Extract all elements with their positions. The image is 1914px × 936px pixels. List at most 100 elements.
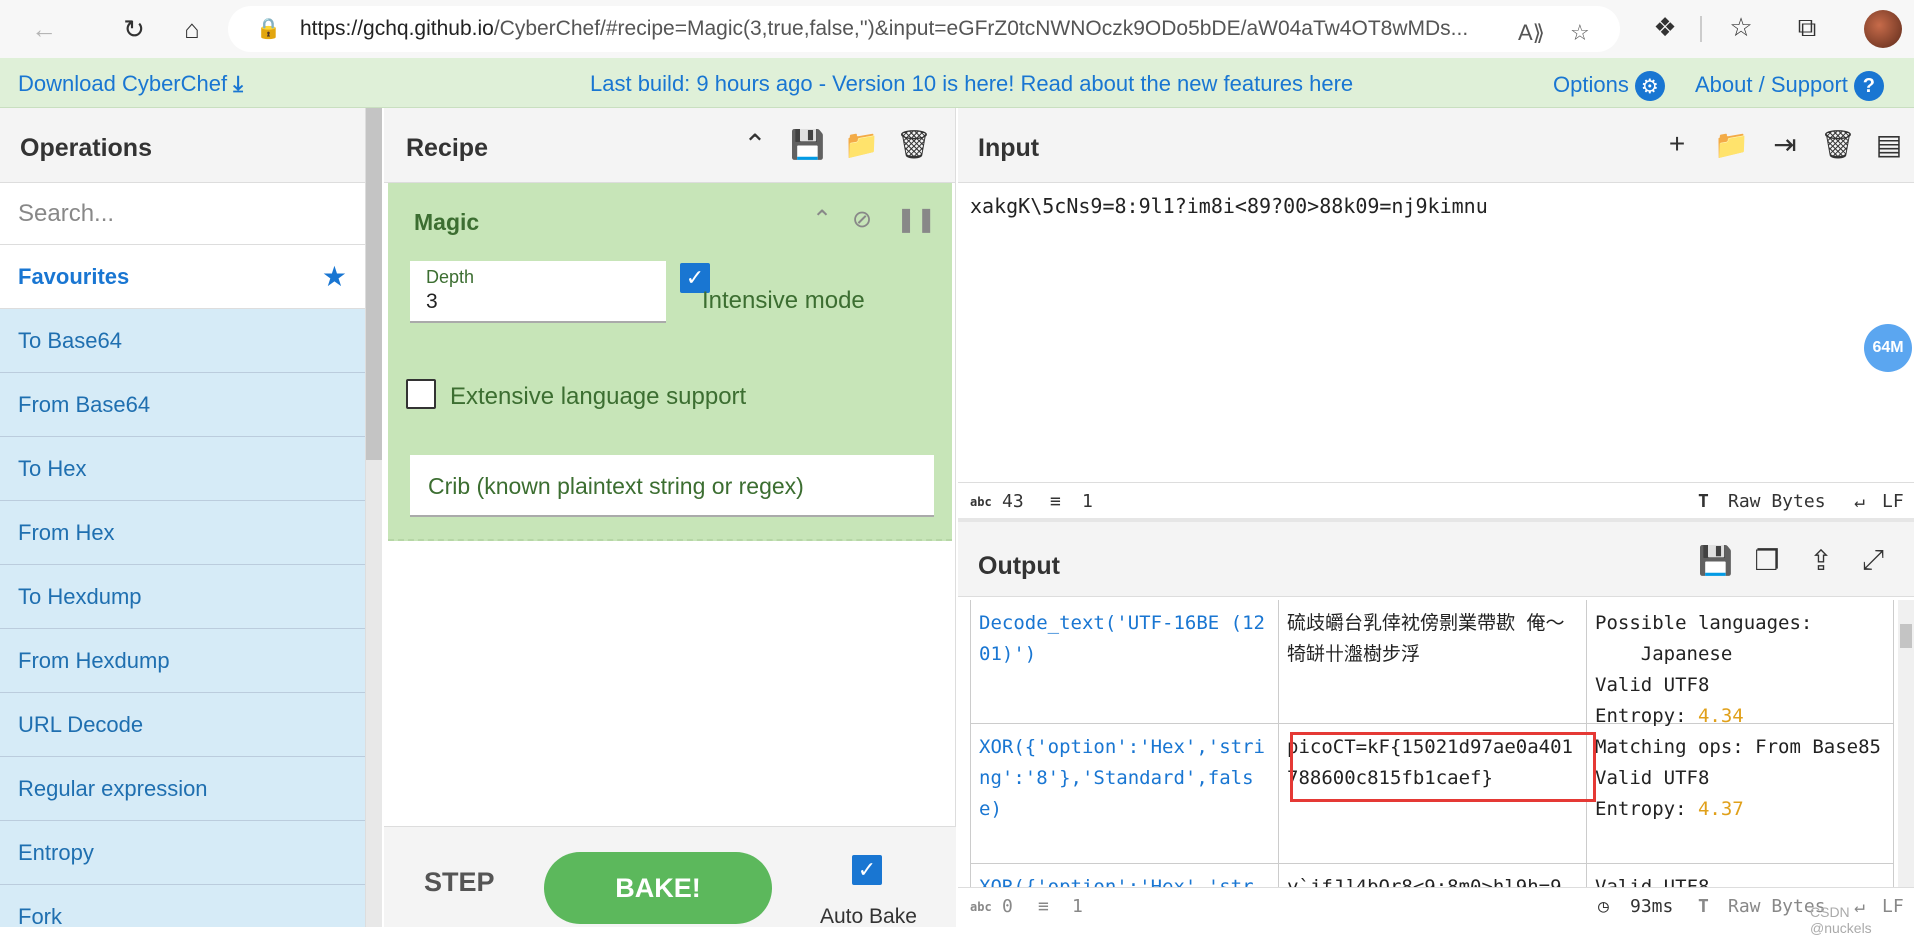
profile-avatar[interactable] (1864, 10, 1902, 48)
operation-item[interactable]: From Base64 (0, 373, 365, 437)
url-text[interactable]: https://gchq.github.io/CyberChef/#recipe… (300, 17, 1530, 41)
depth-field[interactable]: Depth 3 (410, 261, 666, 323)
lines-icon: ≡ (1038, 896, 1049, 917)
result-recipe-link[interactable]: Decode_text('UTF-16BE (1201)') (970, 600, 1278, 723)
result-properties: Possible languages: Japanese Valid UTF8 … (1586, 600, 1894, 727)
input-textarea[interactable]: xakgK\5cNs9=8:9l1?im8i<89?00>88k09=nj9ki… (970, 194, 1488, 218)
intensive-mode-label[interactable]: Intensive mode (702, 287, 865, 315)
open-file-icon[interactable]: 📁 (1714, 128, 1749, 161)
operation-item[interactable]: From Hexdump (0, 629, 365, 693)
about-support-link[interactable]: About / Support? (1695, 71, 1884, 101)
output-length: 0 (1002, 896, 1013, 917)
operation-item[interactable]: To Hex (0, 437, 365, 501)
flag-highlight-box (1290, 732, 1596, 802)
open-folder-icon[interactable]: ⇥ (1768, 128, 1802, 161)
eol-icon[interactable]: ↵ (1854, 491, 1865, 512)
operations-panel: Operations Search... Favourites ★ To Bas… (0, 108, 366, 927)
operation-item[interactable]: URL Decode (0, 693, 365, 757)
length-icon: abc (970, 900, 992, 914)
text-encoding-icon[interactable]: T (1698, 491, 1709, 512)
collapse-operation-icon[interactable]: ⌃ (812, 205, 832, 234)
build-notice-link[interactable]: Last build: 9 hours ago - Version 10 is … (590, 71, 1353, 97)
clear-recipe-icon[interactable]: 🗑 (896, 128, 932, 161)
back-icon[interactable]: ← (22, 7, 66, 51)
download-cyberchef-link[interactable]: Download CyberChef ⤓ (18, 71, 243, 97)
cyberchef-banner: Download CyberChef ⤓ Last build: 9 hours… (0, 58, 1914, 108)
disable-operation-icon[interactable]: ⊘ (852, 205, 872, 234)
depth-value[interactable]: 3 (426, 290, 650, 314)
text-encoding-icon[interactable]: T (1698, 896, 1709, 917)
input-status-bar: abc 43 ≡ 1 T Raw Bytes ↵ LF (958, 482, 1914, 518)
input-encoding[interactable]: Raw Bytes (1728, 491, 1826, 512)
reset-layout-icon[interactable]: ▤ (1872, 128, 1906, 161)
favourites-label: Favourites (18, 263, 130, 289)
operation-item[interactable]: To Base64 (0, 309, 365, 373)
recipe-title: Recipe (406, 134, 488, 162)
maximise-output-icon[interactable]: ⤢ (1856, 544, 1890, 577)
table-row: Decode_text('UTF-16BE (1201)') 硫歧皭台乳倖衴傍㔀… (970, 600, 1894, 727)
operations-scrollbar-thumb[interactable] (366, 108, 382, 460)
replace-input-icon[interactable]: ⇪ (1804, 544, 1838, 577)
crib-input[interactable]: Crib (known plaintext string or regex) (410, 455, 934, 517)
input-header: Input + 📁 ⇥ 🗑 ▤ (958, 108, 1914, 183)
extensive-language-label[interactable]: Extensive language support (450, 383, 746, 411)
load-recipe-icon[interactable]: 📁 (844, 128, 879, 161)
copy-output-icon[interactable]: ❐ (1750, 544, 1784, 577)
length-icon: abc (970, 495, 992, 509)
input-eol[interactable]: LF (1882, 491, 1904, 512)
operation-item[interactable]: Fork (0, 885, 365, 927)
download-icon: ⤓ (233, 71, 243, 96)
url-host: https://gchq.github.io (300, 17, 494, 40)
auto-bake-checkbox[interactable]: ✓ (852, 855, 882, 885)
lines-icon: ≡ (1050, 491, 1061, 512)
result-properties: Matching ops: From Base85 Valid UTF8 Ent… (1586, 724, 1894, 863)
star-icon[interactable]: ★ (322, 260, 347, 293)
result-properties: Valid UTF8 (1586, 864, 1894, 887)
collapse-all-icon[interactable]: ⌃ (738, 128, 772, 161)
result-recipe-link[interactable]: XOR({'option':'Hex','str (970, 864, 1278, 887)
lock-icon[interactable]: 🔒 (256, 16, 281, 42)
extensive-language-checkbox[interactable] (406, 379, 436, 409)
operations-title: Operations (0, 108, 365, 183)
favorite-add-icon[interactable]: ☆ (1570, 20, 1590, 46)
breakpoint-icon[interactable]: ❚❚ (896, 205, 936, 234)
operation-item[interactable]: Entropy (0, 821, 365, 885)
watermark: CSDN @nuckels (1810, 904, 1872, 936)
result-recipe-link[interactable]: XOR({'option':'Hex','string':'8'},'Stand… (970, 724, 1278, 863)
extensions-icon[interactable]: ❖ (1648, 12, 1682, 43)
input-lines: 1 (1082, 491, 1093, 512)
reload-icon[interactable]: ↻ (112, 7, 156, 51)
output-scrollbar-thumb[interactable] (1900, 624, 1912, 648)
output-header: Output 💾 ❐ ⇪ ⤢ (958, 522, 1914, 597)
gear-icon: ⚙ (1634, 71, 1665, 101)
options-link[interactable]: Options ⚙ (1553, 71, 1665, 101)
favourites-category[interactable]: Favourites ★ (0, 245, 365, 309)
bake-button[interactable]: BAKE! (544, 852, 772, 924)
collections-icon[interactable]: ⧉ (1790, 12, 1824, 44)
entropy-value: 4.37 (1697, 798, 1744, 820)
output-status-bar: abc 0 ≡ 1 ◷ 93ms T Raw Bytes ↵ LF (958, 887, 1914, 927)
read-aloud-icon[interactable]: A⟫ (1518, 20, 1545, 46)
output-panel: Output 💾 ❐ ⇪ ⤢ Decode_text('UTF-16BE (12… (958, 518, 1914, 927)
operations-search-input[interactable]: Search... (0, 183, 365, 245)
address-bar[interactable]: 🔒 https://gchq.github.io/CyberChef/#reci… (228, 6, 1620, 52)
magic-operation-card[interactable]: Magic ⌃ ⊘ ❚❚ Depth 3 ✓ Intensive mode Ex… (388, 183, 952, 541)
magic-operation-title: Magic (414, 209, 480, 235)
home-icon[interactable]: ⌂ (170, 7, 214, 51)
input-size-badge: 64M (1864, 324, 1912, 372)
table-row: XOR({'option':'Hex','str y`jfJ]4bOr8<9;8… (970, 864, 1894, 887)
operation-item[interactable]: Regular expression (0, 757, 365, 821)
auto-bake-label[interactable]: Auto Bake (820, 905, 917, 929)
input-panel: Input + 📁 ⇥ 🗑 ▤ xakgK\5cNs9=8:9l1?im8i<8… (958, 108, 1914, 518)
save-output-icon[interactable]: 💾 (1698, 544, 1733, 577)
add-tab-icon[interactable]: + (1660, 128, 1694, 160)
input-title: Input (978, 134, 1040, 162)
operation-item[interactable]: From Hex (0, 501, 365, 565)
favorites-icon[interactable]: ☆ (1724, 12, 1758, 43)
clock-icon: ◷ (1598, 896, 1609, 917)
operation-item[interactable]: To Hexdump (0, 565, 365, 629)
save-recipe-icon[interactable]: 💾 (790, 128, 825, 161)
depth-label: Depth (426, 267, 475, 287)
step-button[interactable]: STEP (424, 867, 495, 898)
clear-input-icon[interactable]: 🗑 (1820, 128, 1856, 161)
